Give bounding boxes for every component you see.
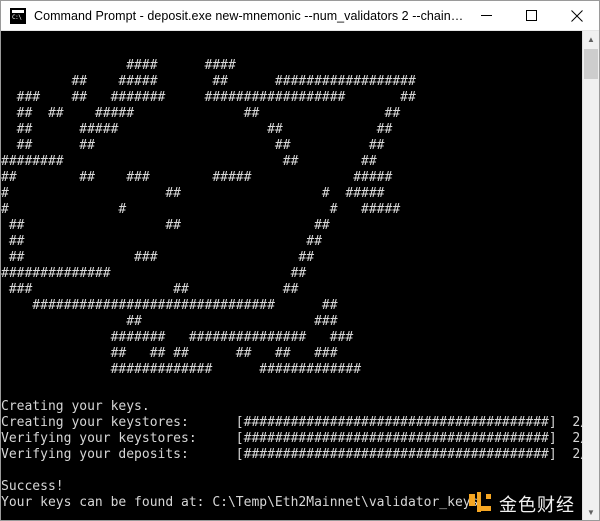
maximize-button[interactable] (509, 1, 554, 31)
scroll-up-arrow[interactable]: ▲ (583, 31, 599, 48)
vertical-scrollbar[interactable]: ▲ ▼ (582, 31, 599, 520)
close-button[interactable] (554, 1, 599, 31)
scroll-down-arrow[interactable]: ▼ (583, 504, 599, 520)
title-bar[interactable]: Command Prompt - deposit.exe new-mnemoni… (1, 1, 599, 31)
command-prompt-window: Command Prompt - deposit.exe new-mnemoni… (0, 0, 600, 521)
ascii-art-banner: #### #### ## ##### ## ##################… (1, 58, 416, 377)
terminal-output[interactable]: #### #### ## ##### ## ##################… (1, 31, 582, 520)
minimize-button[interactable] (464, 1, 509, 31)
window-title: Command Prompt - deposit.exe new-mnemoni… (34, 8, 464, 23)
console-icon (10, 7, 26, 24)
scrollbar-thumb[interactable] (584, 49, 598, 79)
console-area: #### #### ## ##### ## ##################… (1, 31, 599, 520)
window-controls (464, 1, 599, 31)
terminal-text-output: Creating your keys. Creating your keysto… (1, 399, 582, 510)
scrollbar-track[interactable] (583, 79, 599, 504)
